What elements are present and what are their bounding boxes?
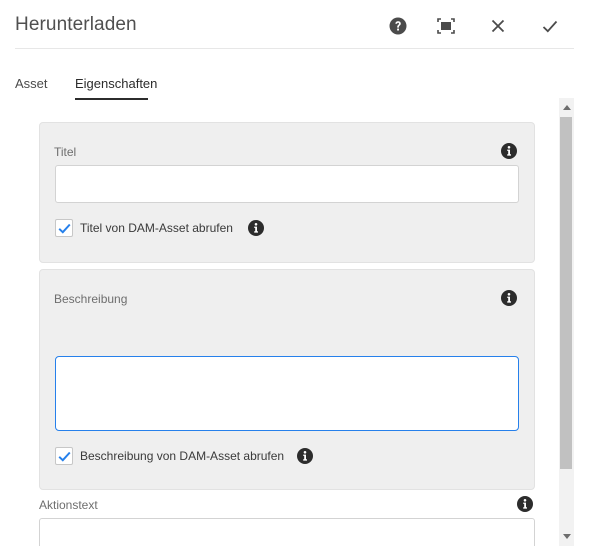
title-from-dam-label[interactable]: Titel von DAM-Asset abrufen (80, 221, 233, 235)
properties-form: Titel Titel von DAM-Asset abrufen Beschr… (0, 98, 589, 546)
info-icon[interactable] (501, 143, 517, 159)
scroll-thumb[interactable] (560, 117, 572, 469)
fullscreen-icon (437, 18, 455, 34)
action-text-input[interactable] (39, 518, 535, 546)
help-button[interactable] (385, 13, 411, 39)
done-button[interactable] (537, 13, 563, 39)
close-icon (491, 19, 505, 33)
scroll-down-button[interactable] (559, 531, 574, 541)
checkmark-icon (58, 223, 71, 234)
title-from-dam-checkbox[interactable] (55, 219, 73, 237)
scroll-up-button[interactable] (559, 102, 574, 112)
description-textarea[interactable] (55, 356, 519, 431)
description-field-panel: Beschreibung Beschreibung von DAM-Asset … (39, 269, 535, 490)
title-label: Titel (54, 145, 77, 159)
action-text-label: Aktionstext (39, 498, 98, 512)
dialog-title: Herunterladen (15, 14, 137, 35)
info-icon[interactable] (517, 496, 533, 512)
description-from-dam-checkbox[interactable] (55, 447, 73, 465)
info-icon[interactable] (501, 290, 517, 306)
vertical-scrollbar[interactable] (559, 98, 574, 546)
fullscreen-button[interactable] (433, 13, 459, 39)
close-button[interactable] (485, 13, 511, 39)
dialog-header: Herunterladen (0, 0, 589, 50)
tab-asset[interactable]: Asset (15, 76, 48, 91)
description-label: Beschreibung (54, 292, 128, 306)
description-from-dam-label[interactable]: Beschreibung von DAM-Asset abrufen (80, 449, 284, 463)
title-input[interactable] (55, 165, 519, 203)
header-divider (15, 48, 574, 49)
info-icon[interactable] (248, 220, 264, 236)
arrow-down-icon (562, 533, 571, 539)
checkmark-icon (58, 451, 71, 462)
help-circle-icon (389, 17, 407, 35)
title-field-panel: Titel Titel von DAM-Asset abrufen (39, 122, 535, 263)
arrow-up-icon (562, 104, 571, 110)
tab-eigenschaften[interactable]: Eigenschaften (75, 76, 157, 91)
checkmark-icon (542, 20, 558, 33)
info-icon[interactable] (297, 448, 313, 464)
